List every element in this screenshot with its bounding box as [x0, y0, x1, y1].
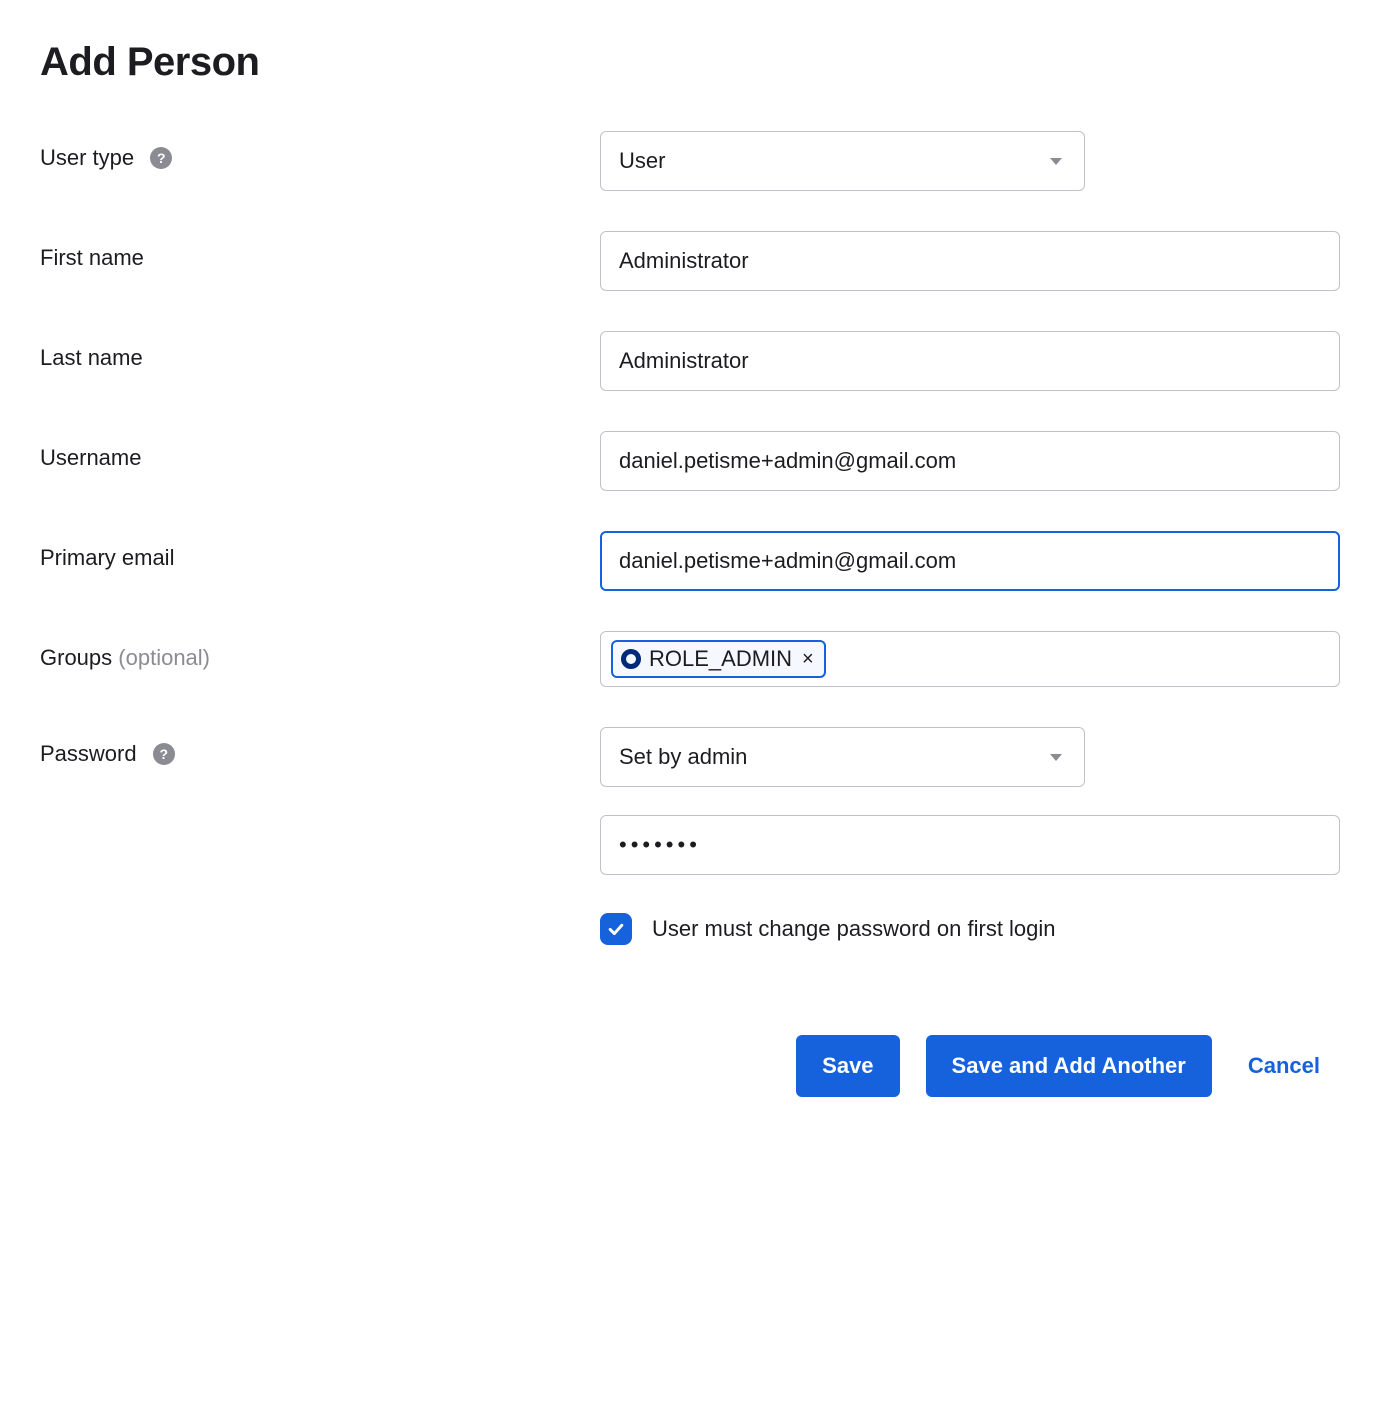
save-and-add-another-button[interactable]: Save and Add Another — [926, 1035, 1212, 1097]
label-groups-text: Groups — [40, 645, 112, 670]
user-type-value: User — [619, 148, 665, 174]
help-icon[interactable]: ? — [150, 147, 172, 169]
password-mode-value: Set by admin — [619, 744, 747, 770]
label-user-type: User type ? — [40, 131, 600, 171]
label-password-text: Password — [40, 741, 137, 766]
password-value-input[interactable] — [600, 815, 1340, 875]
check-icon — [606, 919, 626, 939]
cancel-button[interactable]: Cancel — [1238, 1035, 1330, 1097]
row-user-type: User type ? User — [40, 131, 1340, 191]
row-password-value — [40, 815, 1340, 875]
row-first-name: First name — [40, 231, 1340, 291]
row-groups: Groups (optional) ROLE_ADMIN × — [40, 631, 1340, 687]
row-last-name: Last name — [40, 331, 1340, 391]
label-groups: Groups (optional) — [40, 631, 600, 671]
label-user-type-text: User type — [40, 145, 134, 170]
label-primary-email: Primary email — [40, 531, 600, 571]
group-chip-label: ROLE_ADMIN — [649, 646, 792, 672]
close-icon[interactable]: × — [800, 649, 814, 669]
row-password-mode: Password ? Set by admin — [40, 727, 1340, 787]
label-last-name: Last name — [40, 331, 600, 371]
primary-email-input[interactable] — [600, 531, 1340, 591]
row-username: Username — [40, 431, 1340, 491]
group-chip[interactable]: ROLE_ADMIN × — [611, 640, 826, 678]
groups-input[interactable]: ROLE_ADMIN × — [600, 631, 1340, 687]
button-row: Save Save and Add Another Cancel — [40, 1035, 1340, 1097]
label-username: Username — [40, 431, 600, 471]
row-change-password: User must change password on first login — [40, 903, 1340, 945]
label-first-name: First name — [40, 231, 600, 271]
label-groups-optional: (optional) — [118, 645, 210, 670]
page-title: Add Person — [40, 40, 1340, 85]
change-password-label: User must change password on first login — [652, 916, 1056, 942]
chevron-down-icon — [1050, 158, 1062, 165]
save-button[interactable]: Save — [796, 1035, 899, 1097]
first-name-input[interactable] — [600, 231, 1340, 291]
help-icon[interactable]: ? — [153, 743, 175, 765]
last-name-input[interactable] — [600, 331, 1340, 391]
label-password: Password ? — [40, 727, 600, 767]
username-input[interactable] — [600, 431, 1340, 491]
chevron-down-icon — [1050, 754, 1062, 761]
password-mode-select[interactable]: Set by admin — [600, 727, 1085, 787]
ring-icon — [621, 649, 641, 669]
user-type-select[interactable]: User — [600, 131, 1085, 191]
change-password-checkbox[interactable] — [600, 913, 632, 945]
row-primary-email: Primary email — [40, 531, 1340, 591]
